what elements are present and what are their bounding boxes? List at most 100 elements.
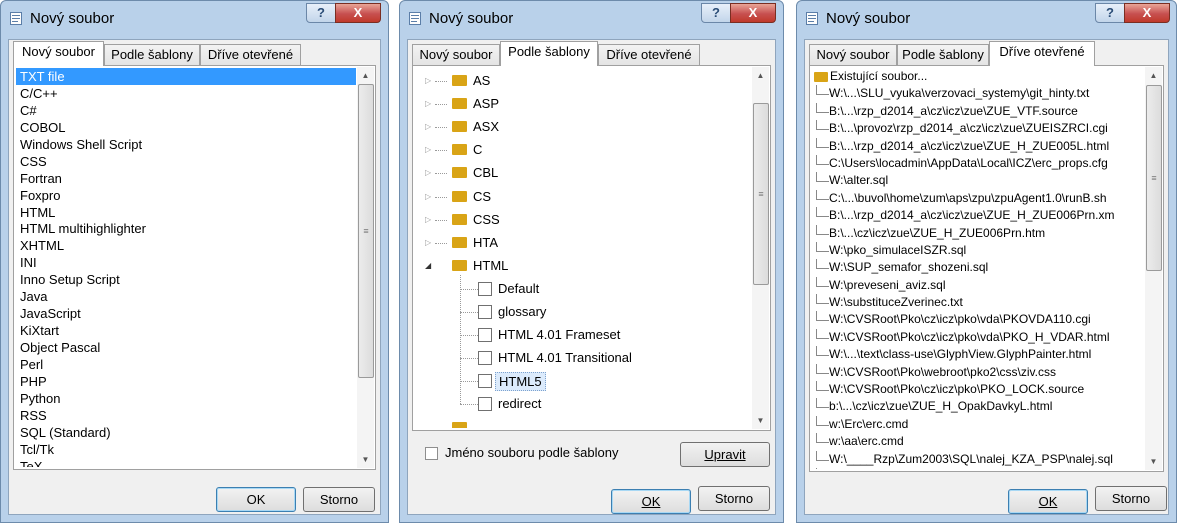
ok-button[interactable]: OK (611, 489, 691, 514)
file-type-item[interactable]: JavaScript (16, 305, 356, 322)
file-type-item[interactable]: Java (16, 288, 356, 305)
cancel-button[interactable]: Storno (303, 487, 375, 512)
edit-button[interactable]: Upravit (680, 442, 770, 467)
recent-file-item[interactable]: W:\____Rzp\Zum2003\SQL\nalej_KZA_PSP\nal… (812, 450, 1144, 468)
recent-file-item[interactable]: W:\CVSRoot\Pko\webroot\pko2\css\ziv.css (812, 363, 1144, 381)
recent-file-item[interactable]: B:\...\rzp_d2014_a\cz\icz\zue\ZUE_VTF.so… (812, 102, 1144, 120)
file-type-item[interactable]: C# (16, 102, 356, 119)
scroll-up-icon[interactable]: ▲ (1145, 67, 1162, 84)
recent-file-item[interactable]: W:\substituceZverinec.txt (812, 294, 1144, 311)
scrollbar[interactable]: ▲ ≡ ▼ (1145, 67, 1162, 470)
cancel-button[interactable]: Storno (698, 486, 770, 511)
tab-new-file[interactable]: Nový soubor (809, 44, 897, 65)
recent-file-item[interactable]: B:\...\provoz\rzp_d2014_a\cz\icz\zue\ZUE… (812, 120, 1144, 137)
cancel-button[interactable]: Storno (1095, 486, 1167, 511)
tab-new-file[interactable]: Nový soubor (412, 44, 500, 65)
template-folder-item[interactable]: CS (473, 188, 491, 205)
close-icon[interactable]: X (1124, 3, 1170, 23)
scrollbar[interactable]: ▲ ≡ ▼ (752, 67, 769, 429)
close-icon[interactable]: X (335, 3, 381, 23)
scroll-up-icon[interactable]: ▲ (752, 67, 769, 84)
template-tree[interactable]: ▷ AS ▷ ASP ▷ ASX ▷ C ▷ CBL ▷ CS ▷ CSS ▷ HTA ◢ HTML Default… (415, 68, 751, 428)
recent-file-item[interactable]: W:\CVSRoot\Pko\cz\icz\pko\vda\PKOVDA110.… (812, 311, 1144, 328)
scroll-down-icon[interactable]: ▼ (752, 412, 769, 429)
template-item[interactable]: HTML5 (495, 372, 546, 392)
scroll-down-icon[interactable]: ▼ (357, 451, 374, 468)
file-type-item[interactable]: SQL (Standard) (16, 424, 356, 441)
file-type-item[interactable]: Fortran (16, 170, 356, 187)
template-item[interactable]: Default (495, 280, 542, 297)
file-type-item[interactable]: Perl (16, 356, 356, 373)
file-type-item[interactable]: HTML (16, 204, 356, 221)
file-type-item[interactable]: COBOL (16, 119, 356, 136)
template-item[interactable]: HTML 4.01 Frameset (495, 326, 623, 343)
recent-file-item[interactable]: W:\...\SLU_vyuka\verzovaci_systemy\git_h… (812, 85, 1144, 102)
file-type-item[interactable]: CSS (16, 153, 356, 170)
expand-arrow-icon[interactable]: ▷ (425, 211, 431, 228)
template-folder-item[interactable]: ASP (473, 95, 499, 112)
help-icon[interactable]: ? (1095, 3, 1125, 23)
file-type-item[interactable]: XHTML (16, 237, 356, 254)
recent-file-item[interactable]: B:\...\rzp_d2014_a\cz\icz\zue\ZUE_H_ZUE0… (812, 207, 1144, 224)
template-folder-item[interactable]: CSS (473, 211, 500, 228)
file-type-item[interactable]: KiXtart (16, 322, 356, 339)
recent-file-item[interactable]: W:\CVSRoot\Pko\cz\icz\pko\vda\PKO_H_VDAR… (812, 328, 1144, 346)
tab-from-template[interactable]: Podle šablony (500, 41, 598, 66)
ok-button[interactable]: OK (1008, 489, 1088, 514)
tab-new-file[interactable]: Nový soubor (13, 41, 104, 66)
existing-file-item[interactable]: Existující soubor... (812, 68, 1144, 85)
expand-arrow-icon[interactable]: ▷ (425, 72, 431, 89)
file-type-item[interactable]: Tcl/Tk (16, 441, 356, 458)
ok-button[interactable]: OK (216, 487, 296, 512)
file-type-item[interactable]: TeX (16, 458, 356, 467)
recent-file-item[interactable]: b:\...\cz\icz\zue\ZUE_H_OpakDavkyL.html (812, 398, 1144, 415)
recent-file-item[interactable]: W:\CVSRoot\Pko\cz\icz\pko\PKO_LOCK.sourc… (812, 381, 1144, 398)
file-type-item[interactable]: C/C++ (16, 85, 356, 102)
template-folder-item[interactable]: AS (473, 72, 490, 89)
expand-arrow-icon[interactable]: ▷ (425, 188, 431, 205)
expand-arrow-icon[interactable]: ▷ (425, 118, 431, 135)
scroll-thumb[interactable]: ≡ (1146, 85, 1162, 271)
file-type-item[interactable]: RSS (16, 407, 356, 424)
file-type-item[interactable]: Inno Setup Script (16, 271, 356, 288)
template-folder-item[interactable]: C (473, 141, 482, 158)
help-icon[interactable]: ? (306, 3, 336, 23)
expand-arrow-icon[interactable]: ▷ (425, 234, 431, 251)
file-type-item[interactable]: Python (16, 390, 356, 407)
tab-from-template[interactable]: Podle šablony (104, 44, 200, 65)
template-folder-item[interactable]: ASX (473, 118, 499, 135)
file-type-item[interactable]: Foxpro (16, 187, 356, 204)
recent-file-item[interactable]: W:\dffeml.sql (812, 467, 1144, 469)
tab-from-template[interactable]: Podle šablony (897, 44, 989, 65)
name-by-template-checkbox[interactable] (425, 447, 438, 460)
recent-file-item[interactable]: B:\...\rzp_d2014_a\cz\icz\zue\ZUE_H_ZUE0… (812, 137, 1144, 155)
recent-file-item[interactable]: w:\Erc\erc.cmd (812, 415, 1144, 433)
template-item[interactable]: HTML 4.01 Transitional (495, 349, 635, 366)
file-type-item[interactable]: Object Pascal (16, 339, 356, 356)
tab-recent[interactable]: Dříve otevřené (200, 44, 301, 65)
file-type-item[interactable]: PHP (16, 373, 356, 390)
close-icon[interactable]: X (730, 3, 776, 23)
recent-files-list[interactable]: Existující soubor... W:\...\SLU_vyuka\ve… (812, 68, 1144, 469)
expand-arrow-icon[interactable]: ▷ (425, 141, 431, 158)
recent-file-item[interactable]: W:\SUP_semafor_shozeni.sql (812, 259, 1144, 276)
scroll-down-icon[interactable]: ▼ (1145, 453, 1162, 470)
recent-file-item[interactable]: W:\...\text\class-use\GlyphView.GlyphPai… (812, 346, 1144, 363)
tab-recent[interactable]: Dříve otevřené (989, 41, 1095, 66)
collapse-arrow-icon[interactable]: ◢ (425, 257, 431, 274)
scroll-thumb[interactable]: ≡ (753, 103, 769, 285)
template-folder-item[interactable]: CBL (473, 164, 498, 181)
recent-file-item[interactable]: B:\...\cz\icz\zue\ZUE_H_ZUE006Prn.htm (812, 224, 1144, 242)
tab-recent[interactable]: Dříve otevřené (598, 44, 700, 65)
file-type-item[interactable]: Windows Shell Script (16, 136, 356, 153)
expand-arrow-icon[interactable]: ▷ (425, 164, 431, 181)
recent-file-item[interactable]: W:\pko_simulaceISZR.sql (812, 241, 1144, 259)
recent-file-item[interactable]: C:\Users\locadmin\AppData\Local\ICZ\erc_… (812, 154, 1144, 172)
recent-file-item[interactable]: C:\...\buvol\home\zum\aps\zpu\zpuAgent1.… (812, 189, 1144, 207)
scrollbar[interactable]: ▲ ≡ ▼ (357, 67, 374, 468)
recent-file-item[interactable]: W:\alter.sql (812, 172, 1144, 189)
file-type-item[interactable]: INI (16, 254, 356, 271)
file-type-list[interactable]: TXT file C/C++ C# COBOL Windows Shell Script… (16, 68, 356, 467)
template-folder-item[interactable]: HTA (473, 234, 498, 251)
recent-file-item[interactable]: w:\aa\erc.cmd (812, 433, 1144, 450)
